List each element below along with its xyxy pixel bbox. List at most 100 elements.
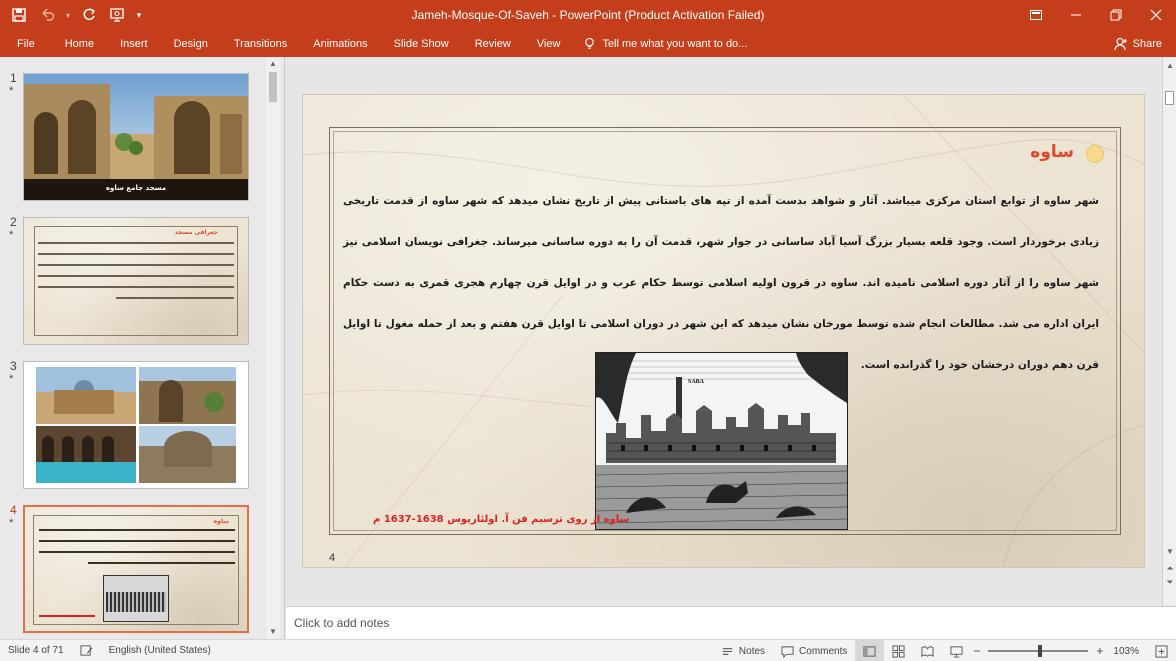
animation-star: *	[9, 373, 14, 385]
slide-number: 4	[329, 552, 336, 564]
current-slide[interactable]: ساوه شهر ساوه از توابع استان مرکزی میباش…	[302, 94, 1145, 568]
comments-toggle-button[interactable]: Comments	[773, 640, 855, 661]
undo-button[interactable]	[34, 3, 60, 27]
scrollbar-thumb[interactable]	[1165, 91, 1174, 105]
tab-slide-show[interactable]: Slide Show	[381, 30, 462, 57]
thumbnail-caption: مسجد جامع ساوه	[105, 184, 167, 192]
quick-access-toolbar: ▾ ▾	[0, 0, 146, 30]
saveh-engraving-image[interactable]: SABA	[595, 352, 848, 530]
window-controls	[1016, 0, 1176, 30]
repeat-icon	[83, 8, 96, 21]
slide-thumbnail-pane: 1 * مسجد جامع ساوه 2 * جغرافی مسجد 3 * 4…	[0, 57, 285, 639]
share-button[interactable]: Share	[1114, 30, 1162, 57]
notes-pane[interactable]: Click to add notes	[286, 606, 1176, 639]
fit-slide-button[interactable]	[1147, 640, 1176, 661]
redo-button[interactable]	[76, 3, 102, 27]
reading-view-button[interactable]	[913, 640, 942, 661]
tab-file[interactable]: File	[0, 30, 52, 57]
slide-counter-text: Slide 4 of 71	[8, 645, 64, 656]
tab-transitions[interactable]: Transitions	[221, 30, 300, 57]
thumbnail-number: 1	[10, 71, 17, 85]
mosque-photo-collage	[24, 362, 248, 488]
restore-button[interactable]	[1096, 0, 1136, 30]
language-text: English (United States)	[108, 645, 211, 656]
thumbnail-caption-line	[39, 615, 95, 617]
tell-me-text: Tell me what you want to do...	[602, 37, 748, 50]
minimize-button[interactable]	[1056, 0, 1096, 30]
ribbon-options-icon	[1030, 10, 1042, 20]
thumbnail-text-lines	[39, 529, 235, 564]
tab-insert[interactable]: Insert	[107, 30, 161, 57]
share-label: Share	[1132, 37, 1162, 50]
scroll-down-arrow[interactable]: ▼	[1163, 545, 1176, 559]
slideshow-view-button[interactable]	[942, 640, 971, 661]
thumbnail-title: جغرافی مسجد	[174, 229, 218, 236]
scroll-down-arrow[interactable]: ▼	[266, 625, 280, 639]
thumbnail-title: ساوه	[213, 518, 229, 525]
comment-icon	[781, 645, 794, 658]
image-caption[interactable]: ساوه از روی ترسیم فن آ. اولئاریوس 1638-1…	[373, 514, 629, 525]
thumbnail-slide-3[interactable]	[23, 361, 249, 489]
tab-design[interactable]: Design	[161, 30, 221, 57]
thumbnail-number: 4	[10, 503, 17, 517]
notes-icon	[722, 647, 733, 655]
save-icon	[12, 8, 26, 22]
slide-editing-area: ساوه شهر ساوه از توابع استان مرکزی میباش…	[286, 57, 1162, 605]
language-indicator[interactable]: English (United States)	[101, 640, 219, 661]
zoom-level[interactable]: 103%	[1105, 640, 1147, 661]
thumbnail-slide-4[interactable]: ساوه	[23, 505, 249, 633]
zoom-slider-knob[interactable]	[1038, 645, 1043, 657]
save-button[interactable]	[6, 3, 32, 27]
person-icon	[1114, 37, 1127, 50]
spelling-check-button[interactable]	[72, 640, 101, 661]
mosque-courtyard-photo	[24, 74, 248, 200]
scrollbar-thumb[interactable]	[269, 72, 277, 102]
scroll-up-arrow[interactable]: ▲	[1163, 59, 1176, 73]
title-bullet-circle	[1086, 145, 1104, 163]
slide-counter: Slide 4 of 71	[0, 640, 72, 661]
close-icon	[1150, 9, 1162, 21]
notes-toggle-button[interactable]: Notes	[713, 640, 773, 661]
thumbnail-slide-2[interactable]: جغرافی مسجد	[23, 217, 249, 345]
zoom-out-button[interactable]: −	[971, 640, 982, 661]
normal-view-button[interactable]	[855, 640, 885, 661]
city-engraving-picture: SABA	[596, 353, 847, 529]
lightbulb-icon	[585, 37, 595, 49]
tab-review[interactable]: Review	[462, 30, 524, 57]
title-bar: ▾ ▾ Jameh-Mosque-Of-Saveh - PowerPoint (…	[0, 0, 1176, 30]
minimize-icon	[1071, 14, 1081, 16]
comments-label: Comments	[799, 645, 848, 657]
zoom-slider[interactable]	[988, 645, 1089, 657]
thumbnail-text-lines	[38, 242, 234, 299]
normal-view-icon	[863, 645, 876, 657]
tab-animations[interactable]: Animations	[300, 30, 380, 57]
tab-home[interactable]: Home	[52, 30, 107, 57]
engraving-label: SABA	[688, 379, 705, 385]
close-button[interactable]	[1136, 0, 1176, 30]
status-right-controls: Notes Comments − + 103%	[713, 640, 1176, 661]
slide-title[interactable]: ساوه	[1030, 142, 1074, 162]
customize-qat-button[interactable]: ▾	[132, 3, 146, 27]
slide-sorter-icon	[892, 644, 905, 658]
previous-slide-button[interactable]: ⏶	[1163, 561, 1176, 575]
thumbnail-scrollbar[interactable]: ▲ ▼	[266, 57, 280, 639]
tell-me-search[interactable]: Tell me what you want to do...	[583, 37, 747, 50]
notes-placeholder: Click to add notes	[294, 616, 390, 630]
slideshow-icon	[110, 8, 124, 22]
start-from-beginning-button[interactable]	[104, 3, 130, 27]
next-slide-button[interactable]: ⏷	[1163, 575, 1176, 589]
tab-view[interactable]: View	[524, 30, 574, 57]
scroll-up-arrow[interactable]: ▲	[266, 57, 280, 71]
restore-icon	[1110, 9, 1122, 21]
slide-sorter-button[interactable]	[884, 640, 913, 661]
reading-view-icon	[921, 645, 934, 657]
slide-scrollbar[interactable]: ▲ ▼ ⏶ ⏷	[1162, 57, 1176, 605]
undo-dropdown[interactable]: ▾	[62, 3, 74, 27]
ribbon-tabs: File Home Insert Design Transitions Anim…	[0, 30, 1176, 57]
animation-star: *	[9, 85, 14, 97]
ribbon-display-options-button[interactable]	[1016, 0, 1056, 30]
animation-star: *	[9, 517, 14, 529]
zoom-in-button[interactable]: +	[1094, 640, 1105, 661]
proofing-icon	[80, 645, 93, 656]
thumbnail-slide-1[interactable]: مسجد جامع ساوه	[23, 73, 249, 201]
